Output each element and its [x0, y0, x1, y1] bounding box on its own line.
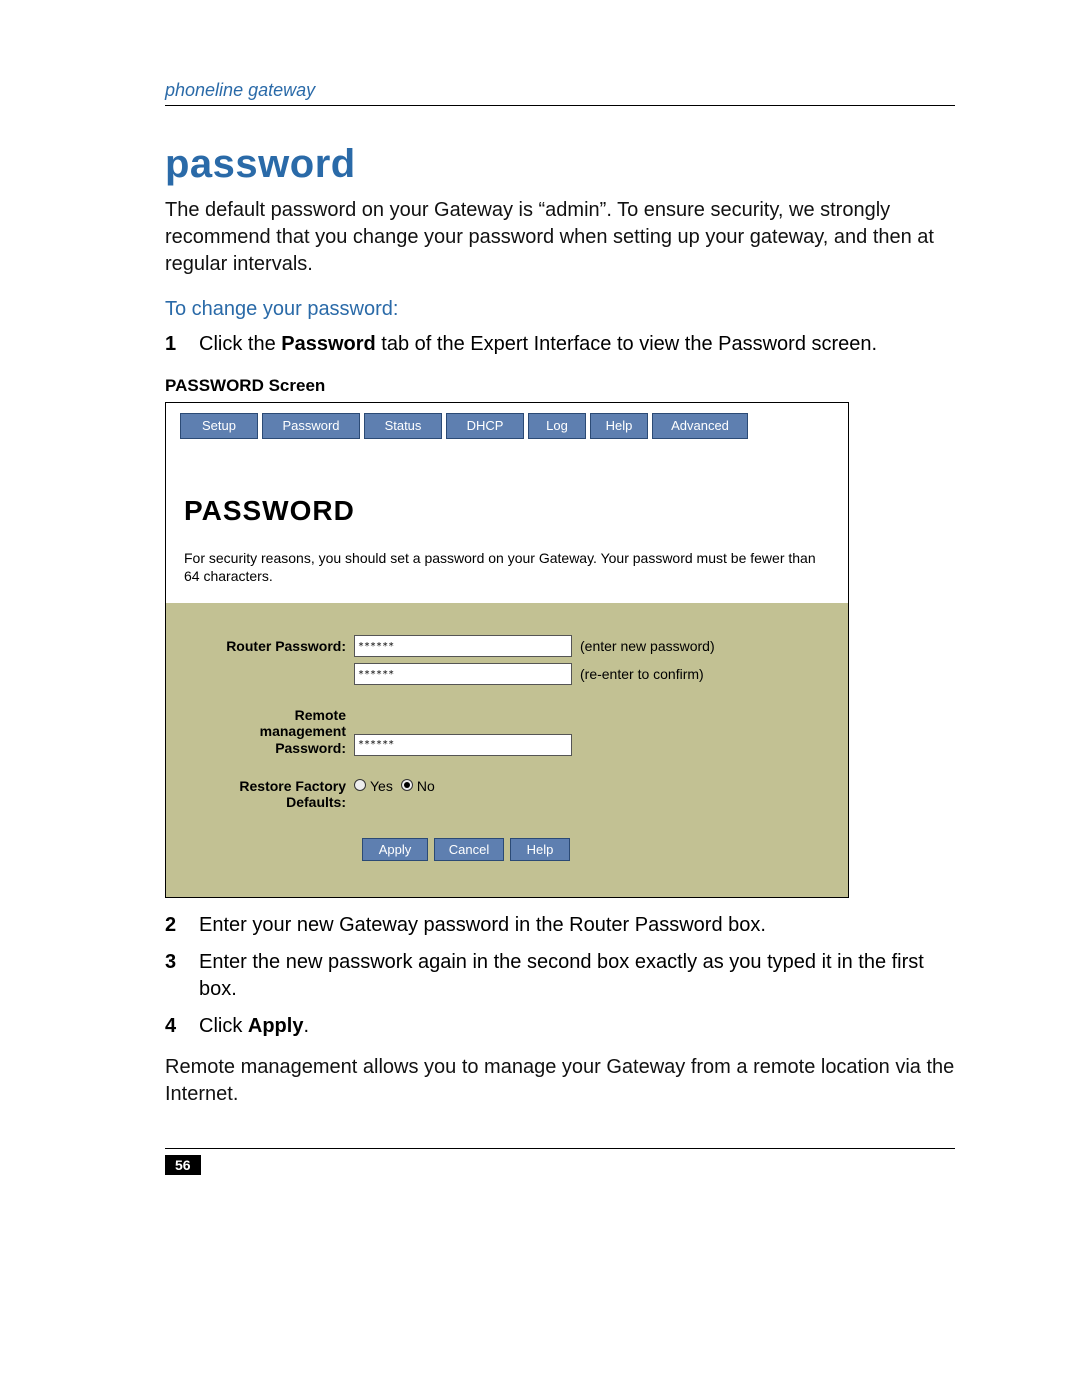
header-rule: [165, 105, 955, 106]
restore-defaults-label: Restore Factory Defaults:: [184, 778, 354, 810]
restore-yes-label: Yes: [370, 778, 393, 794]
panel-note: For security reasons, you should set a p…: [184, 549, 830, 585]
step-list-1: Click the Password tab of the Expert Int…: [165, 331, 955, 358]
page-footer: 56: [165, 1148, 955, 1175]
outro-paragraph: Remote management allows you to manage y…: [165, 1054, 955, 1108]
tab-password[interactable]: Password: [262, 413, 360, 439]
step-4-bold: Apply: [248, 1015, 304, 1037]
panel-heading: PASSWORD: [184, 495, 830, 527]
tab-dhcp[interactable]: DHCP: [446, 413, 524, 439]
tab-setup[interactable]: Setup: [180, 413, 258, 439]
hint-confirm-password: (re-enter to confirm): [572, 666, 704, 682]
button-row: Apply Cancel Help: [362, 838, 830, 861]
intro-paragraph: The default password on your Gateway is …: [165, 197, 955, 278]
hint-new-password: (enter new password): [572, 638, 715, 654]
tab-bar: Setup Password Status DHCP Log Help Adva…: [166, 403, 848, 439]
screenshot-caption: PASSWORD Screen: [165, 376, 955, 396]
step-1-pre: Click the: [199, 333, 281, 355]
restore-yes-radio[interactable]: [354, 779, 366, 791]
step-3: Enter the new passwork again in the seco…: [165, 949, 955, 1003]
step-1-post: tab of the Expert Interface to view the …: [376, 333, 877, 355]
step-2: Enter your new Gateway password in the R…: [165, 912, 955, 939]
page-number: 56: [165, 1155, 201, 1175]
remote-password-input[interactable]: [354, 734, 572, 756]
apply-button[interactable]: Apply: [362, 838, 428, 861]
step-1-bold: Password: [281, 333, 375, 355]
router-password-label: Router Password:: [184, 638, 354, 654]
step-4-post: .: [303, 1015, 309, 1037]
step-4-pre: Click: [199, 1015, 248, 1037]
tab-log[interactable]: Log: [528, 413, 586, 439]
remote-password-label: Remote management Password:: [184, 707, 354, 755]
restore-defaults-radios: Yes No: [354, 778, 435, 794]
password-form: Router Password: (enter new password) (r…: [166, 603, 848, 896]
subheading: To change your password:: [165, 298, 955, 321]
tab-advanced[interactable]: Advanced: [652, 413, 748, 439]
step-1: Click the Password tab of the Expert Int…: [165, 331, 955, 358]
router-password-input[interactable]: [354, 635, 572, 657]
restore-no-label: No: [417, 778, 435, 794]
tab-help[interactable]: Help: [590, 413, 648, 439]
step-4: Click Apply.: [165, 1013, 955, 1040]
help-button[interactable]: Help: [510, 838, 570, 861]
running-header: phoneline gateway: [165, 80, 955, 101]
cancel-button[interactable]: Cancel: [434, 838, 504, 861]
tab-status[interactable]: Status: [364, 413, 442, 439]
router-password-confirm-input[interactable]: [354, 663, 572, 685]
step-list-2: Enter your new Gateway password in the R…: [165, 912, 955, 1040]
password-screen: Setup Password Status DHCP Log Help Adva…: [165, 402, 849, 898]
restore-no-radio[interactable]: [401, 779, 413, 791]
section-title: password: [165, 142, 955, 187]
